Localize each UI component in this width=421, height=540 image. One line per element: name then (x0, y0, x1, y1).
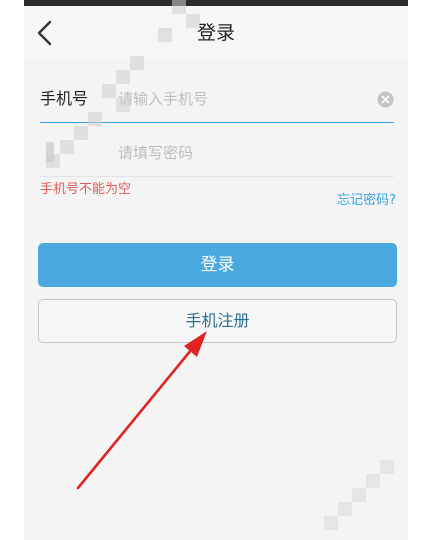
error-message: 手机号不能为空 (40, 182, 132, 197)
phone-input[interactable] (118, 87, 358, 111)
phone-field-row: 手机号 (40, 78, 394, 123)
login-button[interactable]: 登录 (38, 243, 397, 287)
login-screen: 登录 手机号 手机号不能为空 忘记密码? 登录 手机注册 (24, 0, 408, 540)
password-input[interactable] (118, 141, 368, 165)
page-title: 登录 (196, 22, 235, 44)
register-button[interactable]: 手机注册 (38, 299, 397, 343)
clear-circle-icon[interactable] (377, 91, 394, 108)
lock-icon (46, 142, 54, 162)
password-field-row (40, 132, 394, 177)
phone-label: 手机号 (40, 89, 89, 108)
header-bar: 登录 (24, 6, 408, 60)
forgot-password-link[interactable]: 忘记密码? (337, 191, 396, 211)
